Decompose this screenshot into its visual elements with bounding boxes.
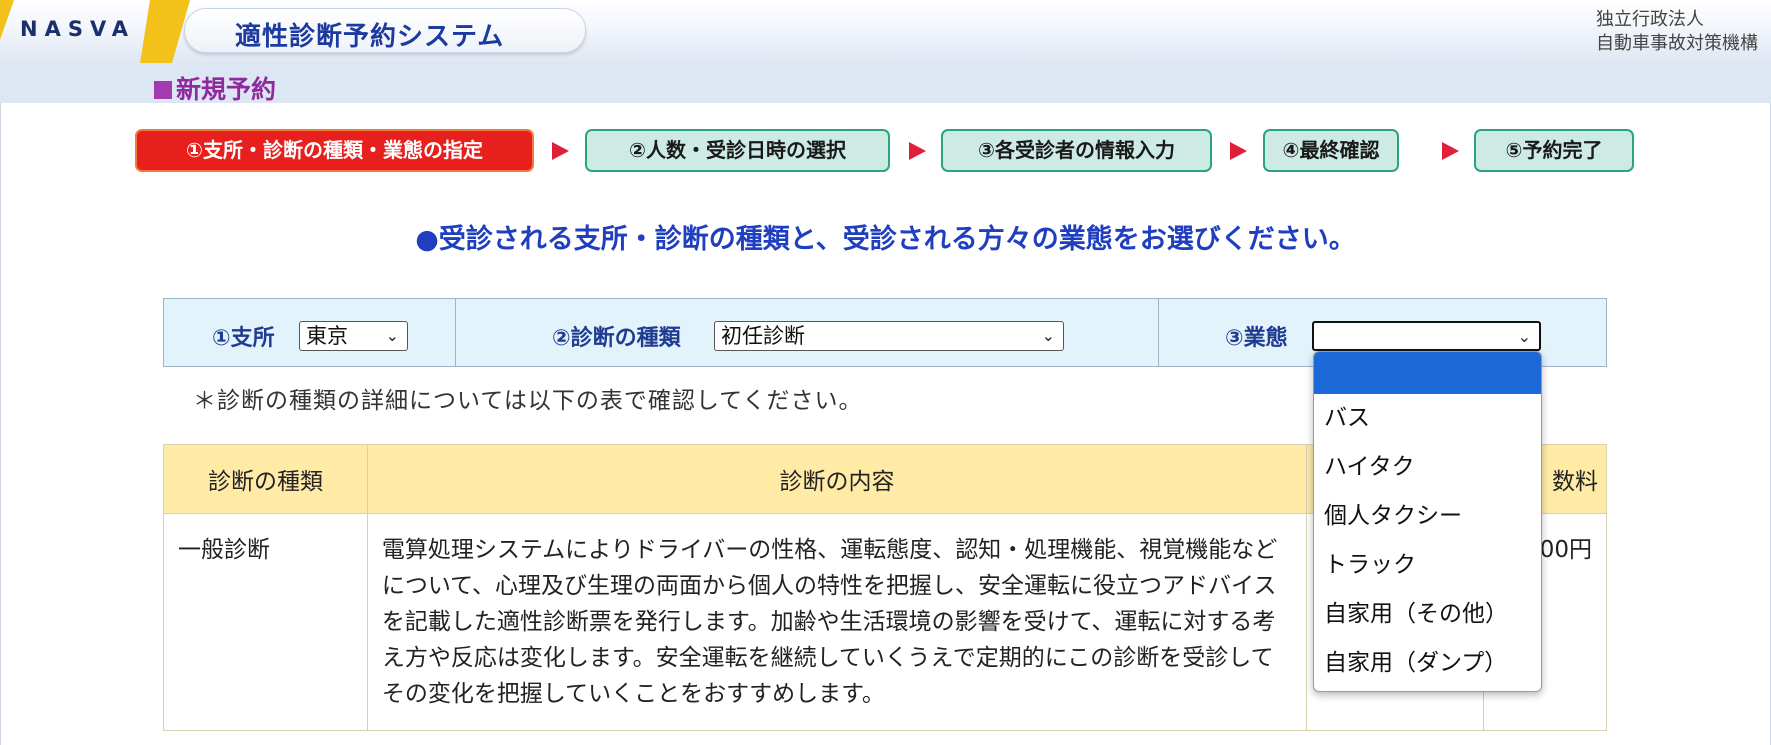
table-note: ＊診断の種類の詳細については以下の表で確認してください。 xyxy=(193,388,863,414)
page-title: 新規予約 xyxy=(154,70,276,106)
branch-select-value: 東京 xyxy=(306,324,348,348)
step-3: ③各受診者の情報入力 xyxy=(941,129,1212,172)
system-title: 適性診断予約システム xyxy=(235,22,505,52)
org-line2: 自動車事故対策機構 xyxy=(1596,33,1758,54)
diagnosis-type-select-value: 初任診断 xyxy=(721,324,805,348)
cell-description: 電算処理システムによりドライバーの性格、運転態度、認知・処理機能、視覚機能などに… xyxy=(366,513,1308,731)
chevron-down-icon: ⌄ xyxy=(1041,326,1055,345)
dropdown-option-bus[interactable]: バス xyxy=(1314,394,1541,443)
square-bullet-icon xyxy=(154,81,172,99)
org-line1: 独立行政法人 xyxy=(1596,9,1704,30)
instruction-text: ●受診される支所・診断の種類と、受診される方々の業態をお選びください。 xyxy=(415,224,1356,255)
header-diagnosis-type: 診断の種類 xyxy=(163,444,368,514)
diagnosis-type-label: ②診断の種類 xyxy=(552,326,681,351)
page-title-bar: 新規予約 xyxy=(0,63,1771,106)
dropdown-option-hitaku[interactable]: ハイタク xyxy=(1314,443,1541,492)
branch-label: ①支所 xyxy=(212,326,275,351)
diagnosis-type-select[interactable]: 初任診断 ⌄ xyxy=(714,321,1064,351)
step-2: ②人数・受診日時の選択 xyxy=(585,129,890,172)
business-type-dropdown-list[interactable]: バス ハイタク 個人タクシー トラック 自家用（その他） 自家用（ダンプ） xyxy=(1313,351,1542,692)
step-arrow-icon xyxy=(909,142,926,160)
dropdown-option-private-dump[interactable]: 自家用（ダンプ） xyxy=(1314,639,1541,688)
site-header: NASVA 適性診断予約システム 独立行政法人 自動車事故対策機構 xyxy=(0,0,1771,63)
dropdown-option-empty[interactable] xyxy=(1314,352,1541,394)
step-5: ⑤予約完了 xyxy=(1474,129,1634,172)
chevron-down-icon: ⌄ xyxy=(385,326,399,345)
nasva-logo-text: NASVA xyxy=(20,17,136,41)
chevron-down-icon: ⌄ xyxy=(1517,327,1531,346)
step-arrow-icon xyxy=(1442,142,1459,160)
header-diagnosis-content: 診断の内容 xyxy=(366,444,1308,514)
step-4: ④最終確認 xyxy=(1263,129,1399,172)
dropdown-option-truck[interactable]: トラック xyxy=(1314,541,1541,590)
step-1: ①支所・診断の種類・業態の指定 xyxy=(135,129,534,172)
dropdown-option-private-other[interactable]: 自家用（その他） xyxy=(1314,590,1541,639)
dropdown-option-private-taxi[interactable]: 個人タクシー xyxy=(1314,492,1541,541)
organization-name: 独立行政法人 自動車事故対策機構 xyxy=(1596,8,1758,56)
divider xyxy=(455,299,456,366)
business-type-label: ③業態 xyxy=(1225,326,1288,351)
divider xyxy=(1158,299,1159,366)
branch-select[interactable]: 東京 ⌄ xyxy=(299,321,408,351)
page-title-text: 新規予約 xyxy=(176,75,277,104)
step-arrow-icon xyxy=(1230,142,1247,160)
step-arrow-icon xyxy=(552,142,569,160)
system-title-box: 適性診断予約システム xyxy=(184,8,586,53)
business-type-select[interactable]: ⌄ xyxy=(1312,321,1541,351)
cell-type: 一般診断 xyxy=(163,513,368,731)
